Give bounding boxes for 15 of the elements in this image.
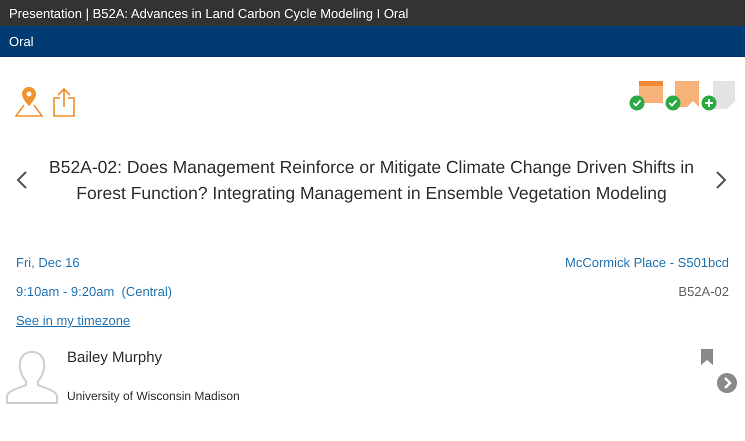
avatar-icon	[5, 349, 59, 405]
window-title: Presentation | B52A: Advances in Land Carbon Cycle Modeling I Oral	[9, 6, 408, 20]
bookmark-icon[interactable]	[701, 349, 713, 365]
session-type: Oral	[9, 34, 34, 49]
person-name: Bailey Murphy	[67, 349, 164, 366]
timezone-link[interactable]: See in my timezone	[16, 312, 130, 329]
time-text: 9:10am - 9:20am (Central)	[16, 283, 172, 300]
date-text: Fri, Dec 16	[16, 254, 81, 271]
presentation-title: B52A-02: Does Management Reinforce or Mitigate Climate Change Driven Shifts in Forest Function? Integrating Management in Ensemble Vegetation Modeling	[48, 156, 695, 205]
chevron-circle-icon[interactable]	[717, 373, 737, 393]
person-affiliation: University of Wisconsin Madison	[67, 389, 241, 403]
share-icon[interactable]	[52, 87, 76, 117]
location-text: McCormick Place - S501bcd	[565, 254, 729, 271]
presentation-code: B52A-02	[678, 283, 729, 300]
map-pin-icon[interactable]	[14, 85, 44, 117]
